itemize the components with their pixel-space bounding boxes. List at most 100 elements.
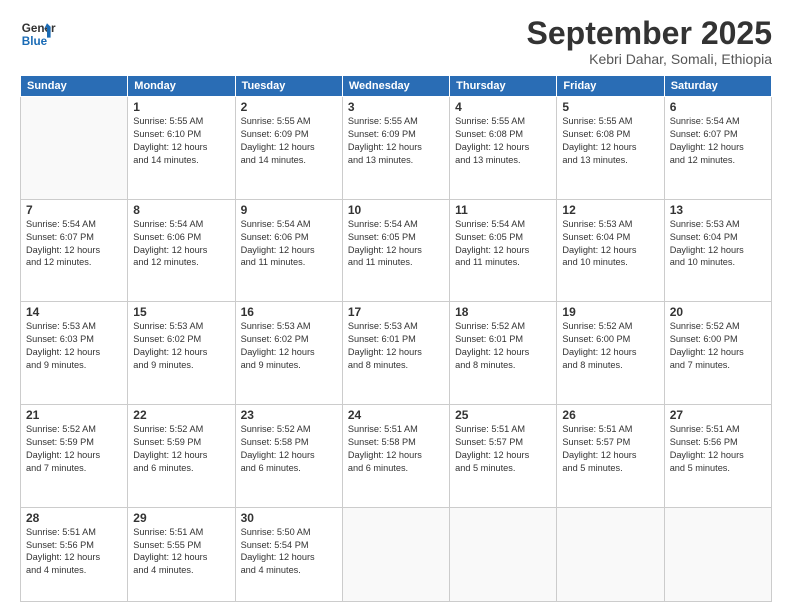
- day-info: Sunrise: 5:52 AMSunset: 5:58 PMDaylight:…: [241, 423, 337, 475]
- day-info: Sunrise: 5:54 AMSunset: 6:06 PMDaylight:…: [241, 218, 337, 270]
- day-info: Sunrise: 5:51 AMSunset: 5:56 PMDaylight:…: [670, 423, 766, 475]
- main-title: September 2025: [527, 16, 772, 51]
- col-saturday: Saturday: [664, 76, 771, 97]
- table-cell: 19Sunrise: 5:52 AMSunset: 6:00 PMDayligh…: [557, 302, 664, 405]
- col-tuesday: Tuesday: [235, 76, 342, 97]
- day-number: 14: [26, 305, 122, 319]
- day-info: Sunrise: 5:55 AMSunset: 6:09 PMDaylight:…: [241, 115, 337, 167]
- calendar: Sunday Monday Tuesday Wednesday Thursday…: [20, 75, 772, 602]
- day-info: Sunrise: 5:54 AMSunset: 6:07 PMDaylight:…: [670, 115, 766, 167]
- day-number: 4: [455, 100, 551, 114]
- table-cell: 12Sunrise: 5:53 AMSunset: 6:04 PMDayligh…: [557, 199, 664, 302]
- day-number: 27: [670, 408, 766, 422]
- table-cell: 23Sunrise: 5:52 AMSunset: 5:58 PMDayligh…: [235, 405, 342, 508]
- day-info: Sunrise: 5:51 AMSunset: 5:57 PMDaylight:…: [562, 423, 658, 475]
- day-info: Sunrise: 5:53 AMSunset: 6:02 PMDaylight:…: [241, 320, 337, 372]
- table-cell: 7Sunrise: 5:54 AMSunset: 6:07 PMDaylight…: [21, 199, 128, 302]
- day-number: 28: [26, 511, 122, 525]
- day-info: Sunrise: 5:54 AMSunset: 6:06 PMDaylight:…: [133, 218, 229, 270]
- table-cell: 4Sunrise: 5:55 AMSunset: 6:08 PMDaylight…: [450, 97, 557, 200]
- table-cell: 18Sunrise: 5:52 AMSunset: 6:01 PMDayligh…: [450, 302, 557, 405]
- table-cell: 26Sunrise: 5:51 AMSunset: 5:57 PMDayligh…: [557, 405, 664, 508]
- logo: General Blue: [20, 16, 56, 52]
- day-number: 29: [133, 511, 229, 525]
- table-cell: 13Sunrise: 5:53 AMSunset: 6:04 PMDayligh…: [664, 199, 771, 302]
- table-cell: 5Sunrise: 5:55 AMSunset: 6:08 PMDaylight…: [557, 97, 664, 200]
- day-number: 15: [133, 305, 229, 319]
- table-cell: [342, 507, 449, 601]
- day-number: 23: [241, 408, 337, 422]
- day-info: Sunrise: 5:51 AMSunset: 5:56 PMDaylight:…: [26, 526, 122, 578]
- table-cell: 3Sunrise: 5:55 AMSunset: 6:09 PMDaylight…: [342, 97, 449, 200]
- day-info: Sunrise: 5:52 AMSunset: 5:59 PMDaylight:…: [26, 423, 122, 475]
- col-monday: Monday: [128, 76, 235, 97]
- day-number: 8: [133, 203, 229, 217]
- day-info: Sunrise: 5:52 AMSunset: 6:00 PMDaylight:…: [670, 320, 766, 372]
- table-cell: 2Sunrise: 5:55 AMSunset: 6:09 PMDaylight…: [235, 97, 342, 200]
- day-info: Sunrise: 5:53 AMSunset: 6:03 PMDaylight:…: [26, 320, 122, 372]
- table-cell: 21Sunrise: 5:52 AMSunset: 5:59 PMDayligh…: [21, 405, 128, 508]
- day-number: 30: [241, 511, 337, 525]
- day-number: 13: [670, 203, 766, 217]
- day-number: 24: [348, 408, 444, 422]
- col-thursday: Thursday: [450, 76, 557, 97]
- table-cell: 16Sunrise: 5:53 AMSunset: 6:02 PMDayligh…: [235, 302, 342, 405]
- day-info: Sunrise: 5:50 AMSunset: 5:54 PMDaylight:…: [241, 526, 337, 578]
- table-cell: [664, 507, 771, 601]
- col-friday: Friday: [557, 76, 664, 97]
- day-info: Sunrise: 5:54 AMSunset: 6:05 PMDaylight:…: [348, 218, 444, 270]
- table-cell: 6Sunrise: 5:54 AMSunset: 6:07 PMDaylight…: [664, 97, 771, 200]
- day-number: 22: [133, 408, 229, 422]
- table-cell: 27Sunrise: 5:51 AMSunset: 5:56 PMDayligh…: [664, 405, 771, 508]
- day-number: 26: [562, 408, 658, 422]
- day-number: 19: [562, 305, 658, 319]
- table-cell: 30Sunrise: 5:50 AMSunset: 5:54 PMDayligh…: [235, 507, 342, 601]
- day-info: Sunrise: 5:53 AMSunset: 6:04 PMDaylight:…: [562, 218, 658, 270]
- table-cell: 29Sunrise: 5:51 AMSunset: 5:55 PMDayligh…: [128, 507, 235, 601]
- table-cell: 9Sunrise: 5:54 AMSunset: 6:06 PMDaylight…: [235, 199, 342, 302]
- day-info: Sunrise: 5:55 AMSunset: 6:08 PMDaylight:…: [562, 115, 658, 167]
- day-info: Sunrise: 5:53 AMSunset: 6:01 PMDaylight:…: [348, 320, 444, 372]
- day-number: 11: [455, 203, 551, 217]
- day-number: 18: [455, 305, 551, 319]
- table-cell: 17Sunrise: 5:53 AMSunset: 6:01 PMDayligh…: [342, 302, 449, 405]
- week-row-4: 21Sunrise: 5:52 AMSunset: 5:59 PMDayligh…: [21, 405, 772, 508]
- subtitle: Kebri Dahar, Somali, Ethiopia: [527, 51, 772, 67]
- svg-text:General: General: [22, 22, 56, 35]
- day-info: Sunrise: 5:53 AMSunset: 6:04 PMDaylight:…: [670, 218, 766, 270]
- day-info: Sunrise: 5:55 AMSunset: 6:09 PMDaylight:…: [348, 115, 444, 167]
- table-cell: 1Sunrise: 5:55 AMSunset: 6:10 PMDaylight…: [128, 97, 235, 200]
- day-number: 20: [670, 305, 766, 319]
- day-info: Sunrise: 5:51 AMSunset: 5:58 PMDaylight:…: [348, 423, 444, 475]
- day-number: 17: [348, 305, 444, 319]
- table-cell: 25Sunrise: 5:51 AMSunset: 5:57 PMDayligh…: [450, 405, 557, 508]
- week-row-2: 7Sunrise: 5:54 AMSunset: 6:07 PMDaylight…: [21, 199, 772, 302]
- day-number: 21: [26, 408, 122, 422]
- logo-icon: General Blue: [20, 16, 56, 52]
- day-info: Sunrise: 5:51 AMSunset: 5:55 PMDaylight:…: [133, 526, 229, 578]
- svg-text:Blue: Blue: [22, 35, 48, 48]
- day-number: 3: [348, 100, 444, 114]
- day-info: Sunrise: 5:52 AMSunset: 6:00 PMDaylight:…: [562, 320, 658, 372]
- day-info: Sunrise: 5:54 AMSunset: 6:07 PMDaylight:…: [26, 218, 122, 270]
- week-row-1: 1Sunrise: 5:55 AMSunset: 6:10 PMDaylight…: [21, 97, 772, 200]
- table-cell: 11Sunrise: 5:54 AMSunset: 6:05 PMDayligh…: [450, 199, 557, 302]
- page: General Blue September 2025 Kebri Dahar,…: [0, 0, 792, 612]
- table-cell: 28Sunrise: 5:51 AMSunset: 5:56 PMDayligh…: [21, 507, 128, 601]
- day-number: 16: [241, 305, 337, 319]
- table-cell: 22Sunrise: 5:52 AMSunset: 5:59 PMDayligh…: [128, 405, 235, 508]
- table-cell: 15Sunrise: 5:53 AMSunset: 6:02 PMDayligh…: [128, 302, 235, 405]
- day-number: 9: [241, 203, 337, 217]
- table-cell: [450, 507, 557, 601]
- day-info: Sunrise: 5:52 AMSunset: 5:59 PMDaylight:…: [133, 423, 229, 475]
- day-info: Sunrise: 5:54 AMSunset: 6:05 PMDaylight:…: [455, 218, 551, 270]
- title-block: September 2025 Kebri Dahar, Somali, Ethi…: [527, 16, 772, 67]
- day-info: Sunrise: 5:51 AMSunset: 5:57 PMDaylight:…: [455, 423, 551, 475]
- table-cell: 20Sunrise: 5:52 AMSunset: 6:00 PMDayligh…: [664, 302, 771, 405]
- day-number: 1: [133, 100, 229, 114]
- table-cell: 14Sunrise: 5:53 AMSunset: 6:03 PMDayligh…: [21, 302, 128, 405]
- day-number: 10: [348, 203, 444, 217]
- table-cell: [557, 507, 664, 601]
- header: General Blue September 2025 Kebri Dahar,…: [20, 16, 772, 67]
- day-number: 6: [670, 100, 766, 114]
